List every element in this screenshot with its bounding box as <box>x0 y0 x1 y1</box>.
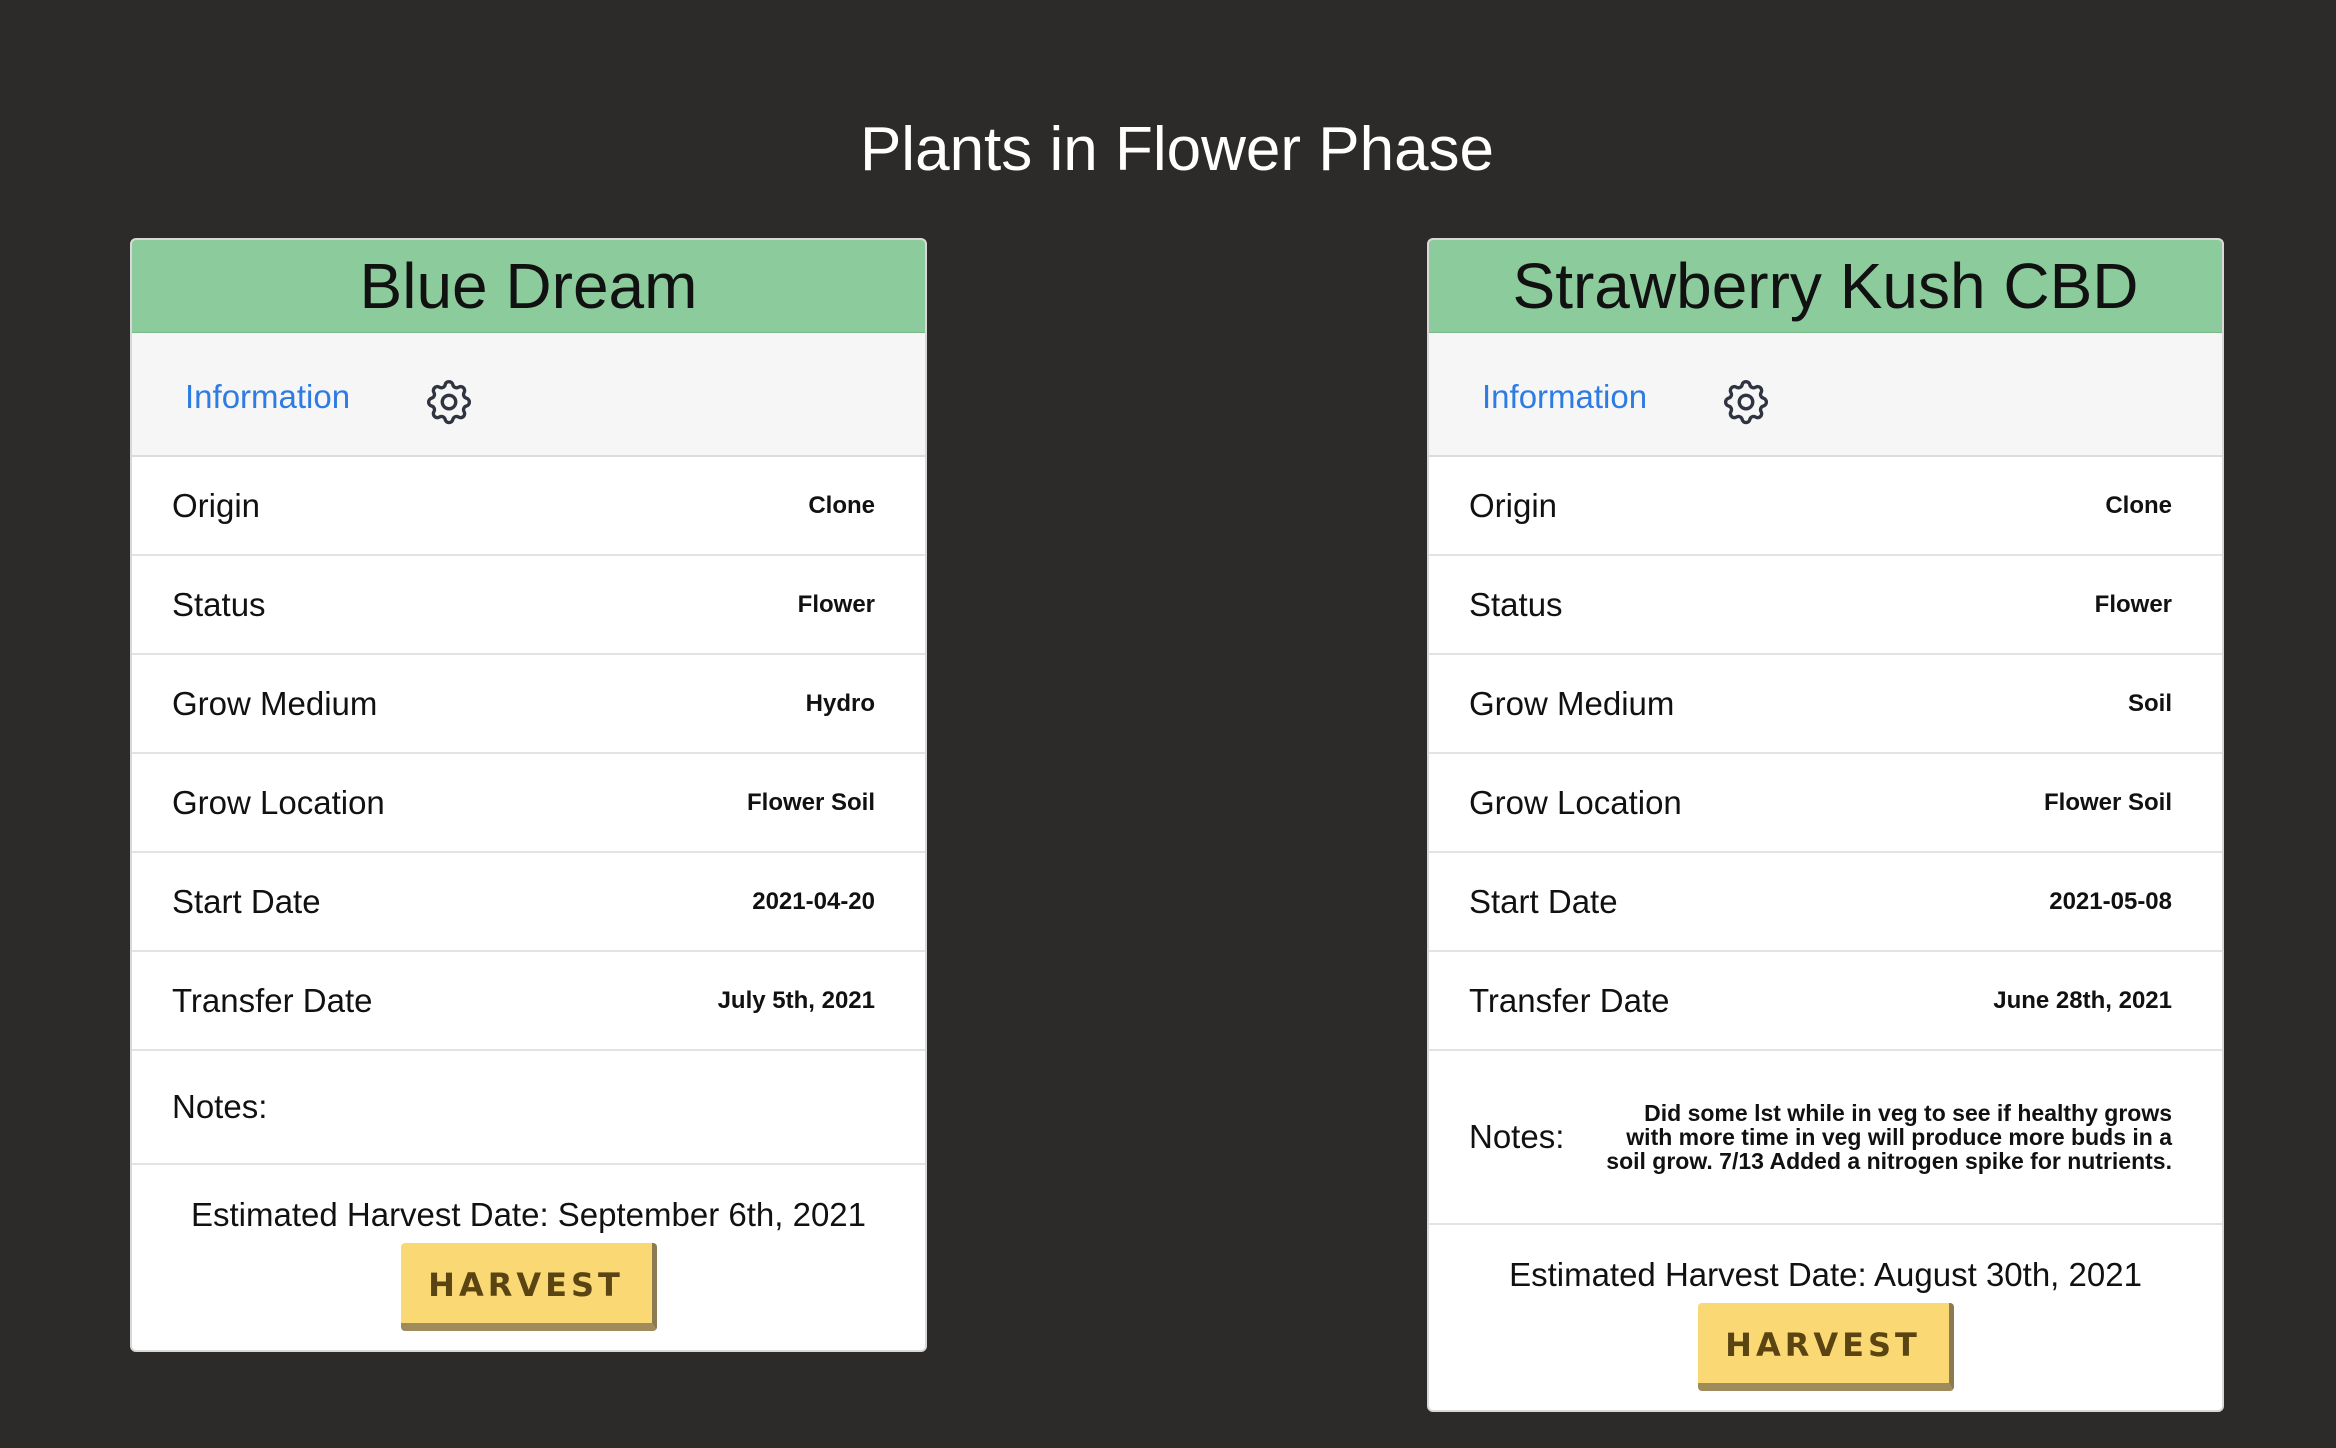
field-start-date: Start Date 2021-04-20 <box>132 853 925 952</box>
field-status: Status Flower <box>1429 556 2222 655</box>
field-label: Grow Medium <box>1469 684 1675 722</box>
field-label: Transfer Date <box>1469 981 1670 1019</box>
field-grow-medium: Grow Medium Hydro <box>132 655 925 754</box>
field-label: Grow Location <box>172 783 385 821</box>
field-origin: Origin Clone <box>1429 457 2222 556</box>
field-value: July 5th, 2021 <box>717 986 875 1014</box>
plant-card-blue-dream: Blue Dream Information Origin Clone Stat… <box>130 238 927 1352</box>
page-title: Plants in Flower Phase <box>859 114 1495 184</box>
field-label: Status <box>172 585 266 623</box>
field-value: Clone <box>2105 491 2172 519</box>
card-tabs: Information <box>132 333 925 457</box>
plant-name: Strawberry Kush CBD <box>1429 240 2222 333</box>
estimated-harvest-date: Estimated Harvest Date: August 30th, 202… <box>1509 1256 2142 1293</box>
field-value: Flower Soil <box>746 788 875 816</box>
field-label: Origin <box>1469 486 1558 524</box>
harvest-button[interactable]: HARVEST <box>400 1243 657 1331</box>
field-label: Origin <box>172 486 261 524</box>
estimated-harvest-date: Estimated Harvest Date: September 6th, 2… <box>190 1196 867 1233</box>
field-label: Start Date <box>1469 882 1618 920</box>
field-label: Grow Medium <box>172 684 378 722</box>
field-transfer-date: Transfer Date June 28th, 2021 <box>1429 952 2222 1051</box>
field-value: 2021-04-20 <box>752 887 875 915</box>
card-tabs: Information <box>1429 333 2222 457</box>
field-notes: Notes: Did some lst while in veg to see … <box>1429 1051 2222 1225</box>
field-origin: Origin Clone <box>132 457 925 556</box>
field-value: 2021-05-08 <box>2049 887 2172 915</box>
notes-label: Notes: <box>172 1088 268 1125</box>
field-grow-medium: Grow Medium Soil <box>1429 655 2222 754</box>
field-label: Grow Location <box>1469 783 1682 821</box>
field-label: Status <box>1469 585 1563 623</box>
field-value: June 28th, 2021 <box>1993 986 2172 1014</box>
field-transfer-date: Transfer Date July 5th, 2021 <box>132 952 925 1051</box>
field-grow-location: Grow Location Flower Soil <box>132 754 925 853</box>
card-footer: Estimated Harvest Date: September 6th, 2… <box>132 1165 925 1331</box>
field-status: Status Flower <box>132 556 925 655</box>
card-footer: Estimated Harvest Date: August 30th, 202… <box>1429 1225 2222 1391</box>
gear-icon[interactable] <box>1719 375 1773 429</box>
field-value: Soil <box>2127 689 2172 717</box>
field-value: Hydro <box>805 689 875 717</box>
field-start-date: Start Date 2021-05-08 <box>1429 853 2222 952</box>
field-value: Flower <box>797 590 875 618</box>
tab-information[interactable]: Information <box>1482 377 1647 417</box>
field-notes: Notes: <box>132 1051 925 1165</box>
field-value: Clone <box>808 491 875 519</box>
tab-information[interactable]: Information <box>185 377 350 417</box>
plant-name: Blue Dream <box>132 240 925 333</box>
field-label: Start Date <box>172 882 321 920</box>
field-value: Flower Soil <box>2043 788 2172 816</box>
field-grow-location: Grow Location Flower Soil <box>1429 754 2222 853</box>
notes-label: Notes: <box>1469 1118 1565 1155</box>
plant-card-strawberry-kush-cbd: Strawberry Kush CBD Information Origin C… <box>1427 238 2224 1412</box>
gear-icon[interactable] <box>422 375 476 429</box>
field-label: Transfer Date <box>172 981 373 1019</box>
harvest-button[interactable]: HARVEST <box>1697 1303 1954 1391</box>
field-value: Flower <box>2094 590 2172 618</box>
notes-value: Did some lst while in veg to see if heal… <box>1606 1100 2172 1174</box>
